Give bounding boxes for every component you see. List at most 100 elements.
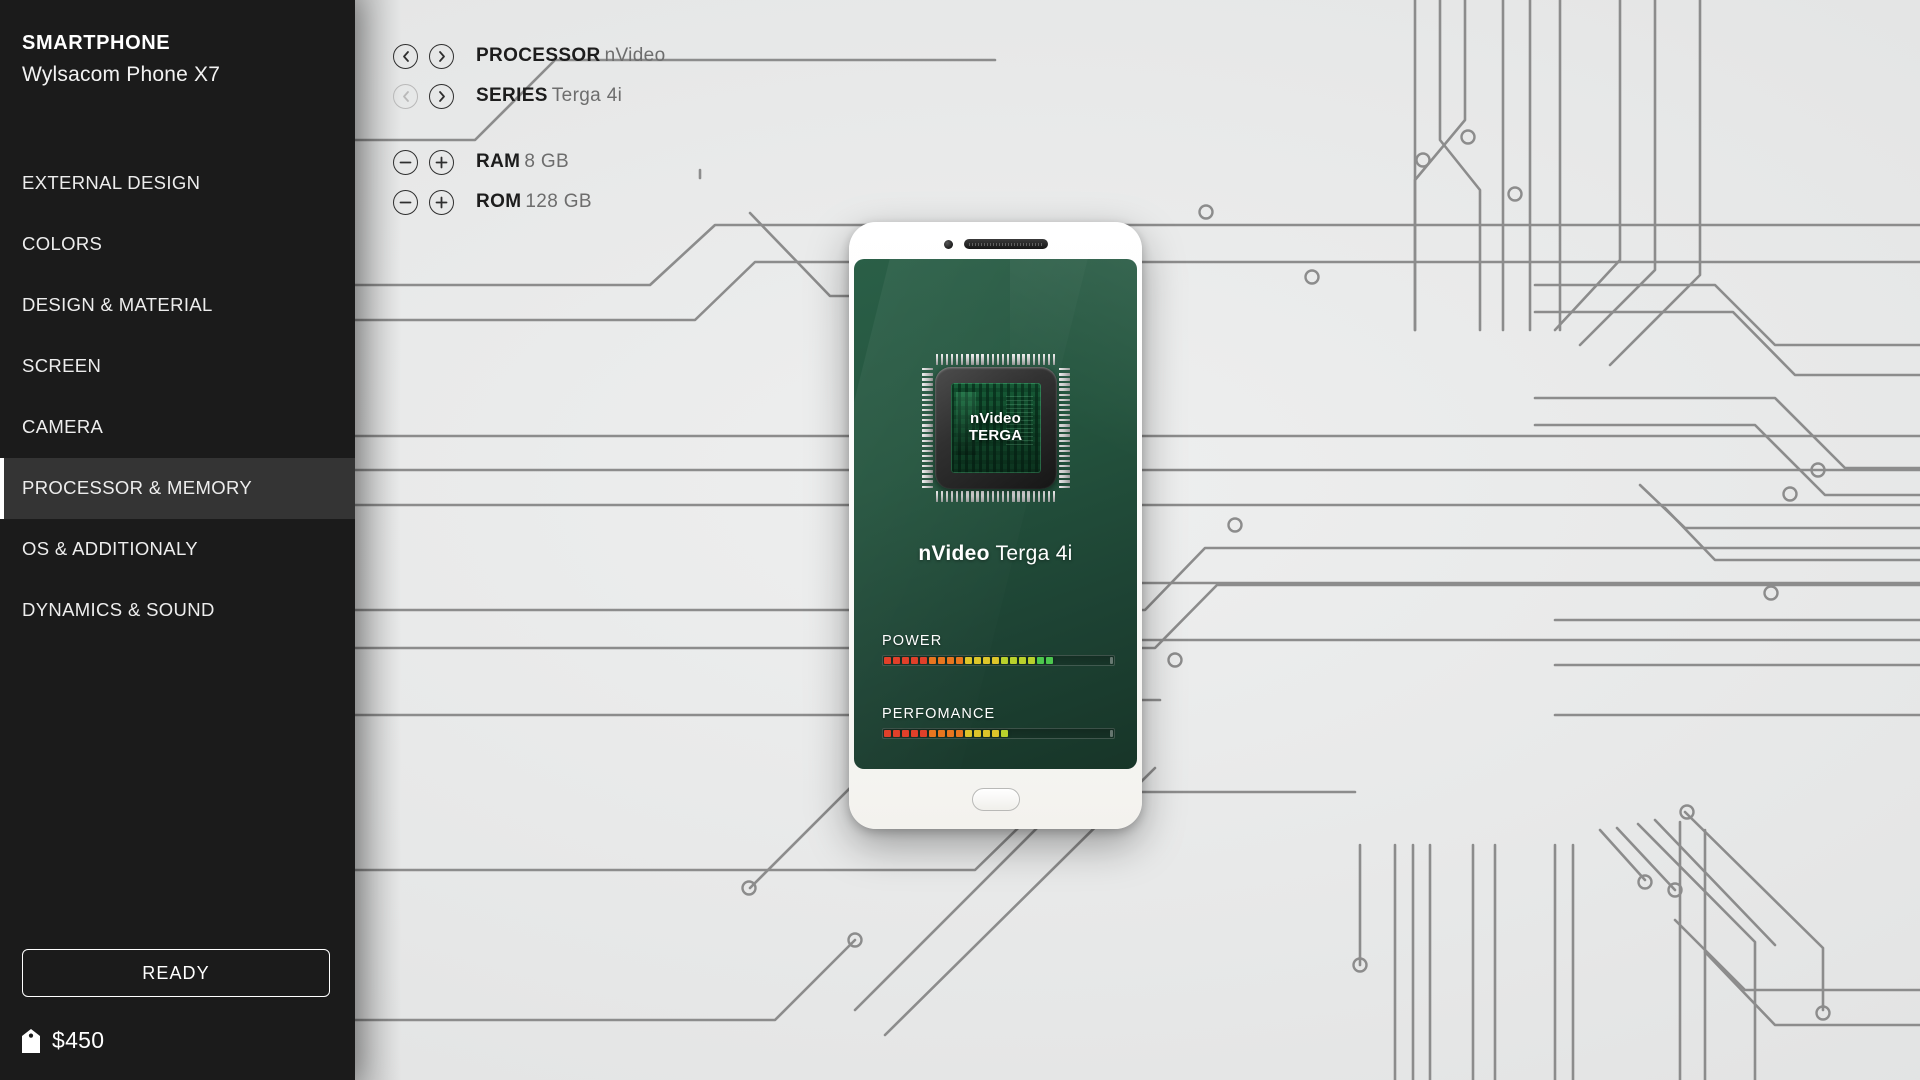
meter-segment xyxy=(920,730,927,737)
configurator-app: SMARTPHONE Wylsacom Phone X7 EXTERNAL DE… xyxy=(0,0,1920,1080)
chip-pin-row xyxy=(935,491,1056,502)
chip-brand-text: nVideo xyxy=(970,410,1021,428)
processor-prev-button[interactable] xyxy=(393,43,418,69)
meter-segment xyxy=(902,657,909,664)
chip-pin xyxy=(986,354,989,365)
meter-segment xyxy=(1028,657,1035,664)
chip-pin xyxy=(1047,491,1051,502)
sidebar-nav: EXTERNAL DESIGN COLORS DESIGN & MATERIAL SC… xyxy=(0,153,355,641)
rom-plus-button[interactable] xyxy=(429,189,454,215)
chip-pin xyxy=(921,413,933,417)
chip-pin xyxy=(1022,491,1025,502)
chip-pin xyxy=(1001,491,1005,502)
series-prev-button xyxy=(393,83,418,109)
ram-minus-button[interactable] xyxy=(393,149,418,175)
meter-segment xyxy=(965,730,972,737)
rom-minus-button[interactable] xyxy=(393,189,418,215)
chip-pin xyxy=(921,393,933,396)
chip-pin xyxy=(991,354,995,365)
chip-pin xyxy=(921,373,933,376)
sidebar-footer: READY $450 xyxy=(0,949,355,1080)
chip-pin xyxy=(1037,354,1041,365)
chip-pin xyxy=(921,485,933,488)
chip-pin xyxy=(950,491,954,502)
sidebar: SMARTPHONE Wylsacom Phone X7 EXTERNAL DE… xyxy=(0,0,355,1080)
chip-pin xyxy=(986,491,989,502)
chip-pin xyxy=(996,491,1000,502)
chip-pin xyxy=(1017,491,1020,502)
chip-pin xyxy=(1058,393,1070,396)
chip-pin xyxy=(921,444,933,448)
sidebar-item-camera[interactable]: CAMERA xyxy=(0,397,355,458)
sidebar-item-screen[interactable]: SCREEN xyxy=(0,336,355,397)
meter-segments xyxy=(884,730,1008,737)
stepper-row-ram: RAM 8 GB xyxy=(393,142,666,182)
home-button-icon[interactable] xyxy=(971,788,1020,811)
product-model: Wylsacom Phone X7 xyxy=(22,63,221,86)
chip-pin xyxy=(1012,491,1015,502)
processor-model: Terga 4i xyxy=(995,542,1073,565)
stepper-group: RAM 8 GB ROM 128 GB xyxy=(393,142,666,222)
price-row: $450 xyxy=(22,1027,333,1054)
earpiece-speaker-icon xyxy=(963,239,1048,249)
meter-segment xyxy=(893,730,900,737)
sidebar-item-label: CAMERA xyxy=(22,416,104,437)
meter-segment xyxy=(965,657,972,664)
series-next-button[interactable] xyxy=(429,83,454,109)
sidebar-item-label: SCREEN xyxy=(22,355,102,376)
ready-button[interactable]: READY xyxy=(22,949,330,997)
selector-row-series: SERIES Terga 4i xyxy=(393,76,666,116)
series-label: SERIES Terga 4i xyxy=(476,85,622,107)
chip-pin xyxy=(1058,470,1070,473)
phone-screen: nVideo TERGA nVideo Terga 4i POWER PERFOM… xyxy=(854,259,1137,769)
chip-pin xyxy=(921,408,933,412)
meter-segment xyxy=(947,657,954,664)
chip-pin xyxy=(921,475,933,478)
chip-pin xyxy=(921,480,933,483)
rom-value: 128 GB xyxy=(525,191,592,212)
ram-key: RAM xyxy=(476,151,521,172)
sidebar-item-label: DESIGN & MATERIAL xyxy=(22,294,213,315)
meter-segment xyxy=(920,657,927,664)
processor-brand: nVideo xyxy=(918,542,990,565)
meter-segment xyxy=(929,730,936,737)
meter-track xyxy=(882,655,1115,666)
chip-pin xyxy=(1058,424,1070,427)
ram-plus-button[interactable] xyxy=(429,149,454,175)
chip-pin xyxy=(1058,449,1070,453)
spec-meters: POWER PERFOMANCE xyxy=(882,633,1115,739)
sidebar-item-os-additionaly[interactable]: OS & ADDITIONALY xyxy=(0,519,355,580)
chip-pin xyxy=(1032,354,1035,365)
chip-pin xyxy=(1042,354,1046,365)
chip-pin xyxy=(1058,413,1070,417)
chip-pin xyxy=(921,398,933,402)
meter-segment xyxy=(974,730,981,737)
price-tag-icon xyxy=(22,1028,40,1053)
sidebar-item-colors[interactable]: COLORS xyxy=(0,214,355,275)
rom-key: ROM xyxy=(476,191,522,212)
sidebar-item-processor-memory[interactable]: PROCESSOR & MEMORY xyxy=(0,457,355,519)
meter-segment xyxy=(992,657,999,664)
chip-pin xyxy=(1027,354,1030,365)
sidebar-item-label: OS & ADDITIONALY xyxy=(22,538,198,559)
chip-pin xyxy=(1058,403,1070,407)
brand-block: SMARTPHONE Wylsacom Phone X7 xyxy=(0,0,355,91)
chip-pin xyxy=(921,383,933,386)
phone-body: nVideo TERGA nVideo Terga 4i POWER PERFOM… xyxy=(849,222,1142,829)
chip-pin xyxy=(1058,429,1070,432)
meter-segment xyxy=(1037,657,1044,664)
chip-pin xyxy=(1058,485,1070,488)
sidebar-item-design-material[interactable]: DESIGN & MATERIAL xyxy=(0,275,355,336)
sidebar-item-external-design[interactable]: EXTERNAL DESIGN xyxy=(0,153,355,214)
chip-pin xyxy=(981,491,984,502)
chip-pin xyxy=(945,491,949,502)
sidebar-item-label: PROCESSOR & MEMORY xyxy=(22,477,253,498)
sidebar-item-dynamics-sound[interactable]: DYNAMICS & SOUND xyxy=(0,580,355,641)
chip-pin xyxy=(1058,459,1070,463)
chip-pin xyxy=(1022,354,1025,365)
chip-pin xyxy=(1042,491,1046,502)
chip-pin xyxy=(1058,480,1070,483)
processor-next-button[interactable] xyxy=(429,43,454,69)
chip-pin xyxy=(921,470,933,473)
chip-pin xyxy=(966,491,969,502)
